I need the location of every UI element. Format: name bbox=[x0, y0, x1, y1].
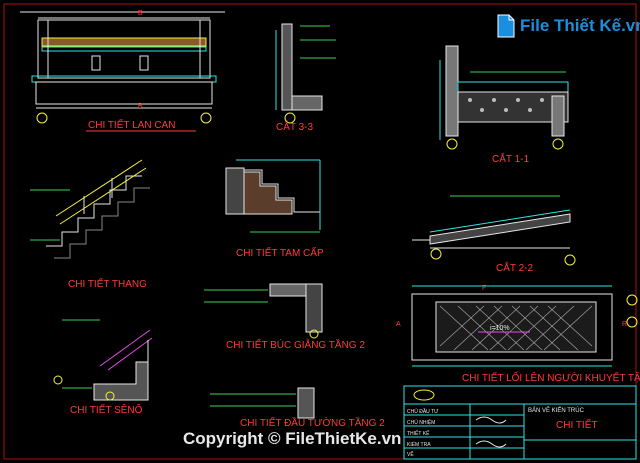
beam-detail: CHI TIẾT BÚC GIẰNG TẦNG 2 bbox=[204, 283, 365, 351]
sheet-label: BẢN VẼ KIẾN TRÚC bbox=[528, 407, 585, 414]
company-logo bbox=[413, 389, 435, 401]
section-1-1: CẮT 1-1 bbox=[439, 45, 569, 165]
stair-title: CHI TIẾT THANG bbox=[68, 277, 147, 290]
dim-label-f: F bbox=[482, 285, 486, 292]
drawing-sheet: B B CHI TIẾT LAN CAN CẮT 3-3 CẮT 1-1 CHI… bbox=[3, 3, 640, 460]
role-row-3: THIẾT KẾ bbox=[407, 430, 430, 437]
brand-logo: File Thiết Kế.vn bbox=[496, 10, 640, 44]
dim-label-r: R bbox=[622, 321, 627, 328]
role-row-4: KIỂM TRA bbox=[407, 441, 431, 448]
access-ramp-detail: i=10% F A R CHI TIẾT LỐI LÊN NGƯỜI KHUYẾ… bbox=[396, 285, 640, 384]
brand-name: File Thiết Kế.vn bbox=[520, 16, 640, 35]
title-block-heading: CHI TIẾT bbox=[556, 418, 597, 431]
gutter-title: CHI TIẾT SÊNÔ bbox=[70, 403, 143, 416]
section-2-2: CẮT 2-2 bbox=[412, 195, 576, 274]
wall-detail: CHI TIẾT ĐẦU TƯỜNG TẦNG 2 bbox=[210, 387, 385, 429]
slope-label: i=10% bbox=[490, 325, 510, 332]
step-title: CHI TIẾT TAM CẤP bbox=[236, 246, 324, 259]
file-icon bbox=[496, 14, 516, 38]
gutter-detail: CHI TIẾT SÊNÔ bbox=[53, 319, 153, 416]
signature-2 bbox=[475, 440, 507, 448]
role-row-2: CHỦ NHIỆM bbox=[407, 418, 435, 426]
section-3-3: CẮT 3-3 bbox=[275, 23, 336, 133]
dim-label-a: A bbox=[396, 321, 401, 328]
stair-detail: CHI TIẾT THANG bbox=[30, 159, 150, 290]
role-row-1: CHỦ ĐẦU TƯ bbox=[407, 408, 439, 415]
railing-title: CHI TIẾT LAN CAN bbox=[88, 118, 175, 131]
section33-title: CẮT 3-3 bbox=[276, 120, 313, 133]
section22-title: CẮT 2-2 bbox=[496, 261, 533, 274]
railing-detail: B B CHI TIẾT LAN CAN bbox=[20, 10, 225, 132]
access-title: CHI TIẾT LỐI LÊN NGƯỜI KHUYẾT TẬT bbox=[462, 370, 640, 384]
title-block: BẢN VẼ KIẾN TRÚC CHI TIẾT CHỦ ĐẦU TƯ CHỦ… bbox=[403, 385, 637, 460]
step-detail: CHI TIẾT TAM CẤP bbox=[225, 159, 324, 259]
cad-drawing-canvas[interactable]: B B CHI TIẾT LAN CAN CẮT 3-3 CẮT 1-1 CHI… bbox=[0, 0, 640, 463]
beam-title: CHI TIẾT BÚC GIẰNG TẦNG 2 bbox=[226, 338, 365, 351]
role-row-5: VẼ bbox=[407, 451, 414, 458]
dim-label-b: B bbox=[138, 10, 143, 17]
copyright-watermark: Copyright © FileThietKe.vn bbox=[183, 429, 402, 448]
signature-1 bbox=[475, 416, 507, 424]
bottom-title: CHI TIẾT ĐẦU TƯỜNG TẦNG 2 bbox=[240, 416, 385, 429]
dim-label-b2: B bbox=[138, 103, 143, 110]
section11-title: CẮT 1-1 bbox=[492, 152, 529, 165]
